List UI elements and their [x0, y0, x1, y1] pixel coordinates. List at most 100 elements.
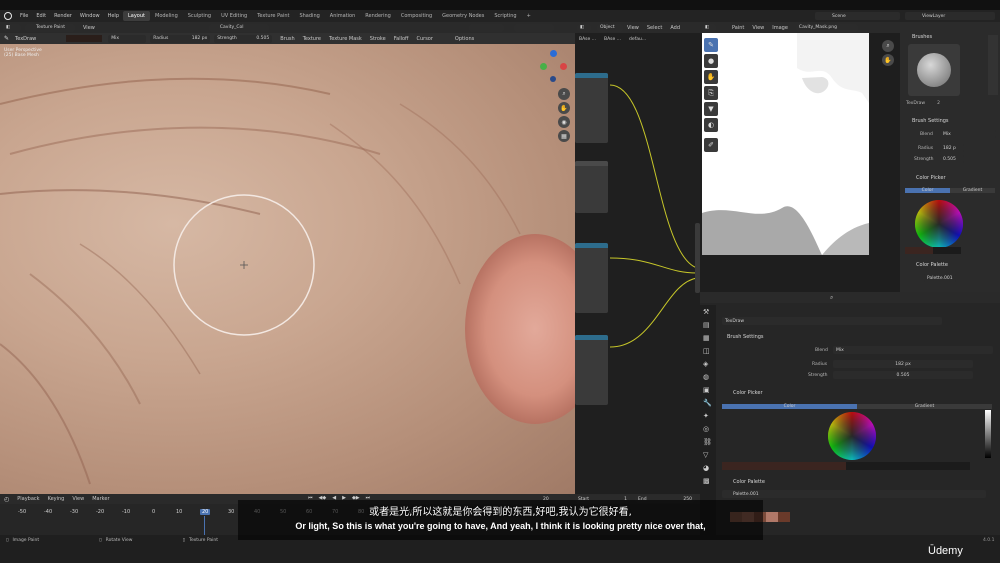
- brush-preview[interactable]: [908, 44, 960, 96]
- image-menu-paint[interactable]: Paint: [732, 25, 744, 31]
- blender-logo-icon[interactable]: [4, 12, 12, 20]
- texture-properties-icon[interactable]: ▩: [703, 477, 713, 487]
- brush-name[interactable]: TexDraw: [15, 36, 36, 42]
- value-slider[interactable]: [985, 410, 991, 458]
- data-properties-icon[interactable]: ▽: [703, 451, 713, 461]
- modifier-properties-icon[interactable]: 🔧: [703, 399, 713, 409]
- palette-swatch[interactable]: [766, 512, 778, 522]
- properties-color-palette-header[interactable]: Color Palette: [733, 479, 765, 485]
- image-menu-image[interactable]: Image: [772, 25, 788, 31]
- menu-file[interactable]: File: [20, 13, 28, 19]
- blend-dropdown[interactable]: Mix: [108, 34, 147, 43]
- menu-help[interactable]: Help: [108, 13, 119, 19]
- node-menu-select[interactable]: Select: [647, 25, 662, 31]
- image-editor-type-button[interactable]: ◧: [702, 23, 716, 32]
- menu-window[interactable]: Window: [80, 13, 100, 19]
- view-layer-icon[interactable]: ◫: [703, 347, 713, 357]
- node-editor-mode[interactable]: Object: [597, 23, 623, 32]
- image-dropdown[interactable]: Cavity_Col: [208, 23, 269, 32]
- world-properties-icon[interactable]: ◍: [703, 373, 713, 383]
- gizmo-x-axis[interactable]: [560, 63, 567, 70]
- scene-selector[interactable]: Scene: [815, 12, 900, 20]
- view-layer-selector[interactable]: ViewLayer: [905, 12, 995, 20]
- properties-color-picker-header[interactable]: Color Picker: [733, 390, 763, 396]
- cursor-menu[interactable]: Cursor: [416, 36, 432, 42]
- tab-sculpting[interactable]: Sculpting: [183, 11, 216, 21]
- tab-rendering[interactable]: Rendering: [360, 11, 396, 21]
- color-picker-header[interactable]: Color Picker: [916, 175, 946, 181]
- properties-gradient-tab[interactable]: Gradient: [857, 403, 992, 409]
- gizmo-y-axis[interactable]: [540, 63, 547, 70]
- properties-primary-swatch[interactable]: [722, 462, 846, 470]
- annotate-tool-icon[interactable]: ✐: [704, 138, 718, 152]
- material-properties-icon[interactable]: ◕: [703, 464, 713, 474]
- tab-modeling[interactable]: Modeling: [150, 11, 183, 21]
- node-menu-add[interactable]: Add: [670, 25, 680, 31]
- brush-settings-header[interactable]: Brush Settings: [912, 118, 949, 124]
- color-wheel[interactable]: [915, 200, 963, 248]
- stroke-menu[interactable]: Stroke: [370, 36, 386, 42]
- clone-tool-icon[interactable]: ⎘: [704, 86, 718, 100]
- node-image-texture-1[interactable]: [575, 73, 608, 143]
- add-workspace-button[interactable]: +: [522, 11, 536, 21]
- strength-field[interactable]: 0.505: [940, 155, 964, 163]
- gradient-tab[interactable]: Gradient: [950, 187, 995, 193]
- image-zoom-icon[interactable]: ⌕: [882, 40, 894, 52]
- mask-tool-icon[interactable]: ◐: [704, 118, 718, 132]
- node-image-texture-3[interactable]: [575, 335, 608, 405]
- node-image-texture-2[interactable]: [575, 243, 608, 313]
- properties-brush-settings-header[interactable]: Brush Settings: [727, 334, 764, 340]
- brush-menu[interactable]: Brush: [280, 36, 294, 42]
- color-tab[interactable]: Color: [905, 187, 950, 193]
- tab-uv-editing[interactable]: UV Editing: [216, 11, 252, 21]
- draw-tool-icon[interactable]: ✎: [704, 38, 718, 52]
- timeline-keying-menu[interactable]: Keying: [48, 496, 65, 502]
- properties-color-wheel[interactable]: [828, 412, 876, 460]
- constraints-icon[interactable]: ⛓: [703, 438, 713, 448]
- node-mix[interactable]: [575, 161, 608, 213]
- options-menu[interactable]: Options: [455, 36, 474, 42]
- palette-selector[interactable]: Palette.001: [924, 274, 956, 282]
- grid-view-icon[interactable]: ▦: [558, 130, 570, 142]
- navigation-gizmo[interactable]: [540, 50, 570, 82]
- color-palette-header[interactable]: Color Palette: [916, 262, 948, 268]
- properties-palette-selector[interactable]: Palette.001: [722, 490, 986, 498]
- tab-compositing[interactable]: Compositing: [396, 11, 437, 21]
- radius-field[interactable]: 182 p: [940, 144, 964, 152]
- overlay-buttons[interactable]: [513, 23, 554, 32]
- image-pan-icon[interactable]: ✋: [882, 54, 894, 66]
- brush-selector[interactable]: TexDraw 2: [906, 101, 968, 106]
- timeline-editor-icon[interactable]: ◴: [4, 496, 9, 503]
- image-name-field[interactable]: Cavity_Mask.png: [795, 23, 858, 32]
- tool-properties-icon[interactable]: ⚒: [703, 308, 713, 318]
- color-swatch[interactable]: [66, 35, 103, 42]
- mode-dropdown[interactable]: Texture Paint: [25, 23, 75, 32]
- smear-tool-icon[interactable]: ✋: [704, 70, 718, 84]
- gizmo-z-axis[interactable]: [550, 50, 557, 57]
- node-editor-type-button[interactable]: ◧: [577, 23, 591, 32]
- falloff-menu[interactable]: Falloff: [394, 36, 409, 42]
- properties-blend-dropdown[interactable]: Mix: [833, 346, 993, 354]
- tab-animation[interactable]: Animation: [325, 11, 361, 21]
- node-menu-view[interactable]: View: [627, 25, 639, 31]
- image-menu-view[interactable]: View: [752, 25, 764, 31]
- tab-scripting[interactable]: Scripting: [489, 11, 521, 21]
- zoom-icon[interactable]: ⌕: [558, 88, 570, 100]
- pan-hand-icon[interactable]: ✋: [558, 102, 570, 114]
- palette-swatch[interactable]: [778, 512, 790, 522]
- properties-secondary-swatch[interactable]: [846, 462, 970, 470]
- radius-field[interactable]: Radius 182 px: [150, 34, 211, 43]
- menu-edit[interactable]: Edit: [36, 13, 46, 19]
- tab-texture-paint[interactable]: Texture Paint: [252, 11, 294, 21]
- timeline-marker-menu[interactable]: Marker: [92, 496, 109, 502]
- menu-view[interactable]: View: [83, 25, 95, 31]
- output-properties-icon[interactable]: ▦: [703, 334, 713, 344]
- render-properties-icon[interactable]: ▤: [703, 321, 713, 331]
- texture-menu[interactable]: Texture: [303, 36, 321, 42]
- properties-radius-field[interactable]: 182 px: [833, 360, 973, 368]
- tab-geometry-nodes[interactable]: Geometry Nodes: [437, 11, 489, 21]
- properties-color-tab[interactable]: Color: [722, 403, 857, 409]
- tab-layout[interactable]: Layout: [123, 11, 150, 21]
- properties-search-icon[interactable]: ⌕: [830, 294, 833, 302]
- primary-color-swatch[interactable]: [905, 247, 933, 254]
